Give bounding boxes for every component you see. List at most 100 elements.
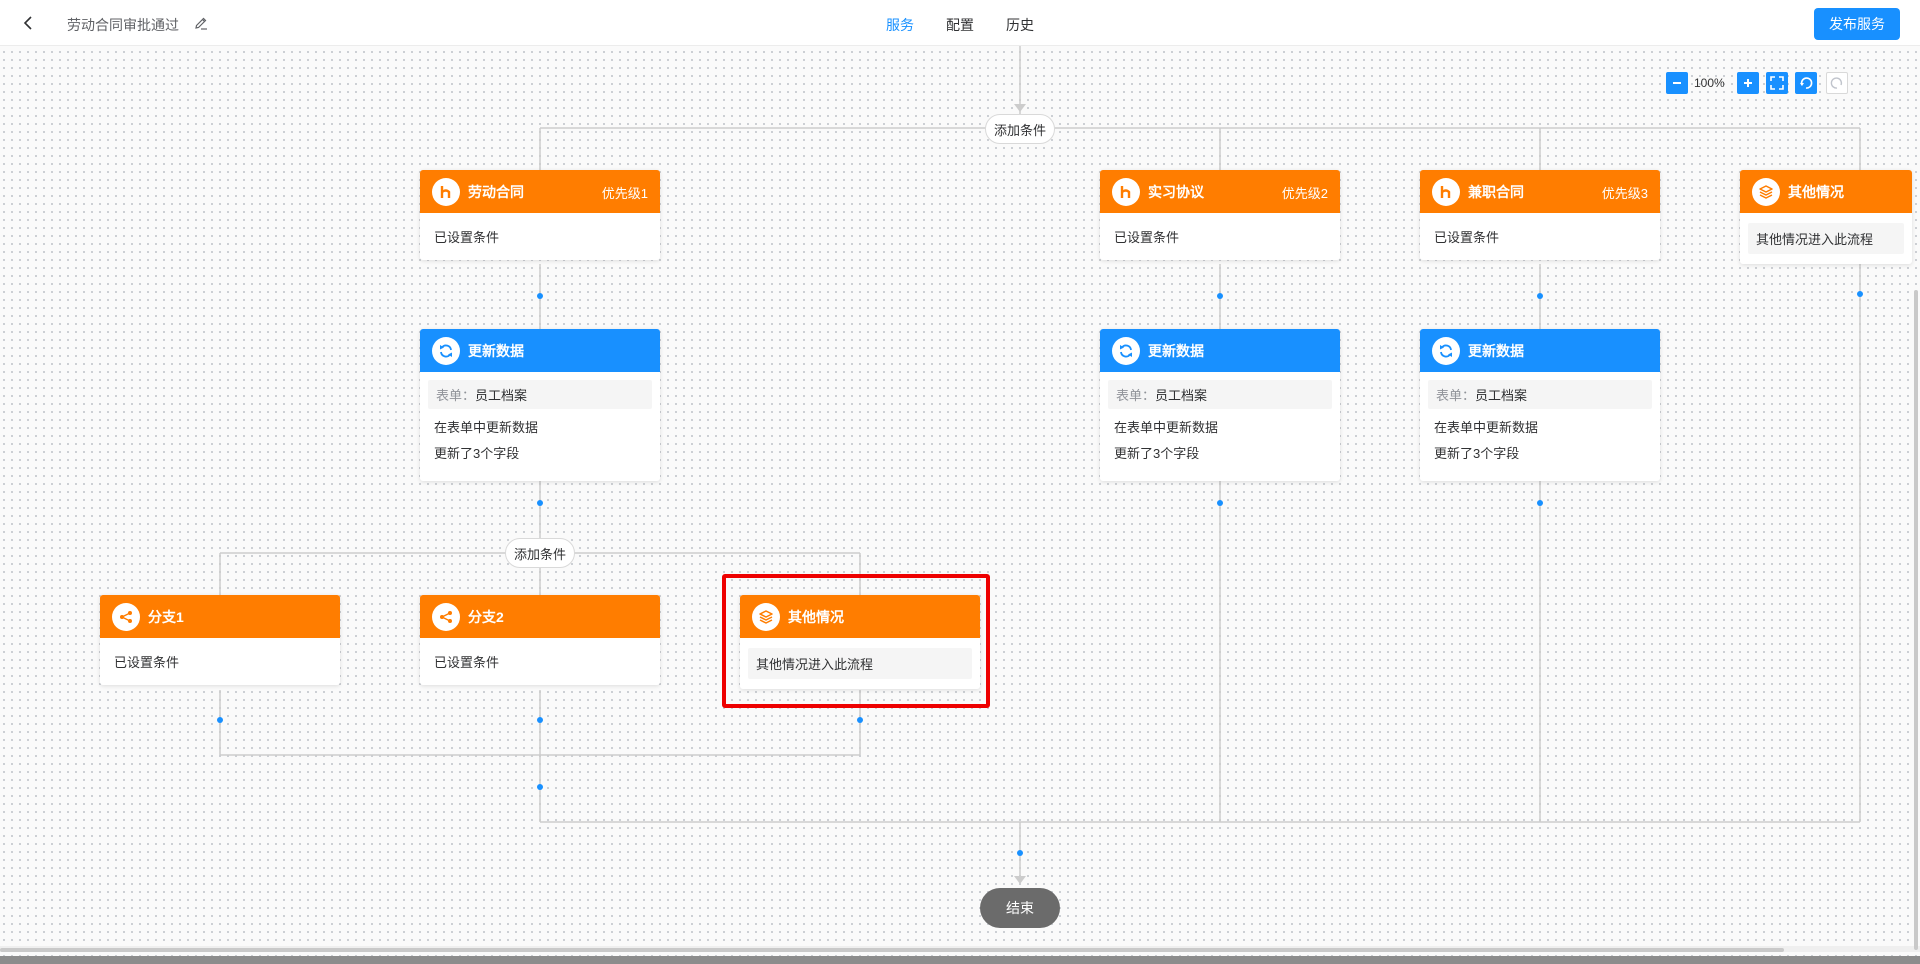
fit-screen-button[interactable] (1766, 72, 1788, 94)
undo-button[interactable] (1795, 72, 1817, 94)
node-header: 其他情况 (1740, 170, 1912, 213)
form-value: 员工档案 (1475, 388, 1528, 403)
node-body: 其他情况进入此流程 (740, 638, 980, 689)
flow-title: 劳动合同审批通过 (67, 17, 179, 33)
update-desc: 在表单中更新数据 (1114, 420, 1219, 435)
redo-button[interactable] (1826, 72, 1848, 94)
redo-icon (1830, 77, 1843, 89)
top-bar: 劳动合同审批通过 服务 配置 历史 发布服务 (0, 0, 1920, 46)
horizontal-scrollbar[interactable] (0, 948, 1784, 952)
node-title: 劳动合同 (468, 183, 524, 200)
vertical-scrollbar[interactable] (1914, 290, 1918, 950)
tab-service[interactable]: 服务 (886, 15, 914, 35)
node-title: 更新数据 (1468, 342, 1524, 359)
node-body: 已设置条件 (420, 213, 660, 260)
form-row: 表单：员工档案 (1108, 380, 1332, 409)
node-priority: 优先级2 (1281, 186, 1328, 201)
node-header: 实习协议 优先级2 (1100, 170, 1340, 213)
node-header: 更新数据 (1420, 329, 1660, 372)
fields-count: 更新了3个字段 (434, 446, 520, 461)
form-row: 表单：员工档案 (428, 380, 652, 409)
condition-text: 已设置条件 (1114, 230, 1180, 245)
node-body: 已设置条件 (1420, 213, 1660, 260)
branch-node-part-time[interactable]: 兼职合同 优先级3 已设置条件 (1420, 170, 1660, 260)
update-data-node[interactable]: 更新数据 表单：员工档案 在表单中更新数据 更新了3个字段 (1100, 329, 1340, 481)
condition-text: 其他情况进入此流程 (1748, 223, 1904, 254)
refresh-icon (432, 336, 460, 365)
node-title: 实习协议 (1148, 183, 1204, 200)
node-header: 兼职合同 优先级3 (1420, 170, 1660, 213)
share-icon (112, 602, 140, 631)
refresh-icon (1432, 336, 1460, 365)
node-priority: 优先级1 (601, 186, 648, 201)
form-key: 表单： (1116, 388, 1156, 403)
node-title: 兼职合同 (1468, 183, 1524, 200)
publish-service-button[interactable]: 发布服务 (1814, 8, 1900, 40)
node-body: 已设置条件 (1100, 213, 1340, 260)
branch-node-internship[interactable]: 实习协议 优先级2 已设置条件 (1100, 170, 1340, 260)
layers-icon (1752, 177, 1780, 206)
node-title: 其他情况 (788, 608, 844, 625)
plus-icon (1744, 79, 1752, 87)
sub-branch-node-1[interactable]: 分支1 已设置条件 (100, 595, 340, 685)
node-priority: 优先级3 (1601, 186, 1648, 201)
end-node[interactable]: 结束 (980, 888, 1060, 928)
tab-history[interactable]: 历史 (1006, 15, 1034, 35)
fields-count: 更新了3个字段 (1434, 446, 1520, 461)
contract-icon (1432, 177, 1460, 206)
layers-icon (752, 602, 780, 631)
back-arrow-icon[interactable] (18, 13, 38, 33)
condition-text: 已设置条件 (1434, 230, 1500, 245)
form-value: 员工档案 (475, 388, 528, 403)
zoom-in-button[interactable] (1737, 72, 1759, 94)
edit-icon[interactable] (193, 15, 209, 31)
condition-text: 已设置条件 (114, 655, 180, 670)
fullscreen-icon (1770, 76, 1784, 90)
node-body: 已设置条件 (100, 638, 340, 685)
add-condition-button-sub[interactable]: 添加条件 (505, 538, 575, 568)
add-condition-button[interactable]: 添加条件 (985, 114, 1055, 144)
sub-branch-node-other[interactable]: 其他情况 其他情况进入此流程 (740, 595, 980, 689)
form-key: 表单： (1436, 388, 1476, 403)
form-key: 表单： (436, 388, 476, 403)
update-data-node[interactable]: 更新数据 表单：员工档案 在表单中更新数据 更新了3个字段 (1420, 329, 1660, 481)
form-row: 表单：员工档案 (1428, 380, 1652, 409)
flow-connectors (217, 46, 1863, 884)
update-data-node[interactable]: 更新数据 表单：员工档案 在表单中更新数据 更新了3个字段 (420, 329, 660, 481)
branch-node-labor-contract[interactable]: 劳动合同 优先级1 已设置条件 (420, 170, 660, 260)
node-header: 分支1 (100, 595, 340, 638)
node-body: 其他情况进入此流程 (1740, 213, 1912, 264)
condition-text: 已设置条件 (434, 230, 500, 245)
branch-node-other[interactable]: 其他情况 其他情况进入此流程 (1740, 170, 1912, 264)
node-title: 更新数据 (468, 342, 524, 359)
node-body: 表单：员工档案 在表单中更新数据 更新了3个字段 (420, 372, 660, 481)
node-header: 分支2 (420, 595, 660, 638)
condition-text: 已设置条件 (434, 655, 500, 670)
node-title: 其他情况 (1788, 183, 1844, 200)
node-header: 更新数据 (1100, 329, 1340, 372)
fields-count: 更新了3个字段 (1114, 446, 1200, 461)
sub-branch-node-2[interactable]: 分支2 已设置条件 (420, 595, 660, 685)
zoom-level: 100% (1694, 76, 1725, 90)
node-body: 表单：员工档案 在表单中更新数据 更新了3个字段 (1420, 372, 1660, 481)
update-desc: 在表单中更新数据 (434, 420, 539, 435)
node-body: 表单：员工档案 在表单中更新数据 更新了3个字段 (1100, 372, 1340, 481)
refresh-icon (1112, 336, 1140, 365)
contract-icon (432, 177, 460, 206)
undo-icon (1800, 77, 1813, 89)
node-header: 劳动合同 优先级1 (420, 170, 660, 213)
zoom-out-button[interactable] (1666, 72, 1688, 94)
node-title: 分支1 (148, 608, 184, 625)
bottom-bar (0, 956, 1920, 964)
contract-icon (1112, 177, 1140, 206)
condition-text: 其他情况进入此流程 (748, 648, 972, 679)
tab-config[interactable]: 配置 (946, 15, 974, 35)
node-title: 更新数据 (1148, 342, 1204, 359)
node-body: 已设置条件 (420, 638, 660, 685)
node-header: 其他情况 (740, 595, 980, 638)
minus-icon (1673, 82, 1681, 84)
form-value: 员工档案 (1155, 388, 1208, 403)
update-desc: 在表单中更新数据 (1434, 420, 1539, 435)
node-header: 更新数据 (420, 329, 660, 372)
share-icon (432, 602, 460, 631)
